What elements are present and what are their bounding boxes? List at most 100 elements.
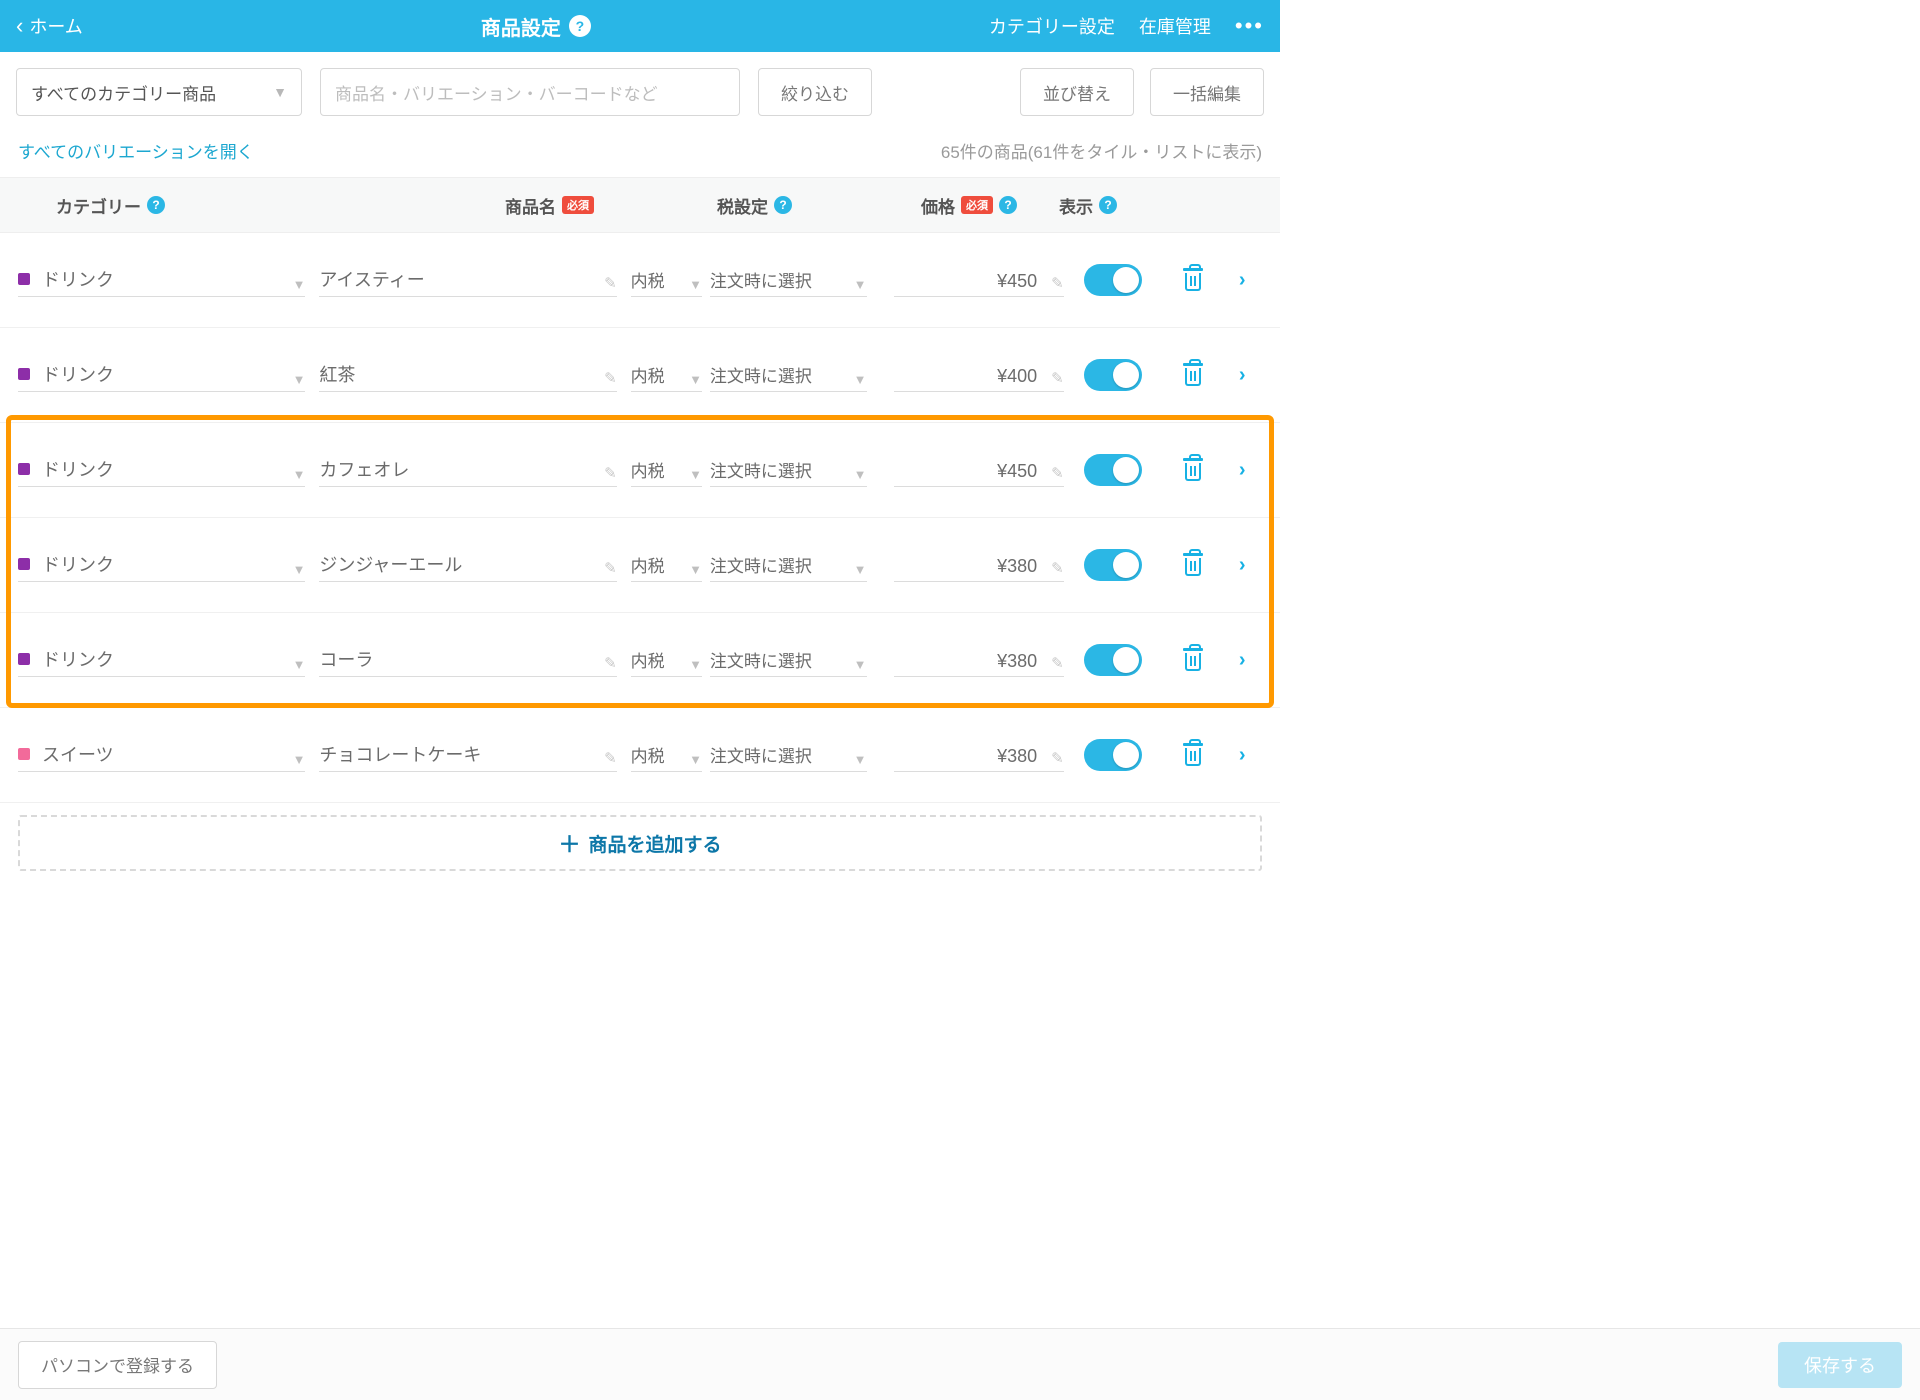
help-icon[interactable]: ? xyxy=(774,196,792,214)
price-input[interactable]: ¥380 ✎ xyxy=(894,548,1064,582)
price-input[interactable]: ¥380 ✎ xyxy=(894,643,1064,677)
register-on-pc-button[interactable]: パソコンで登録する xyxy=(18,1341,217,1389)
trash-icon[interactable] xyxy=(1182,743,1204,767)
price-input[interactable]: ¥400 ✎ xyxy=(894,358,1064,392)
category-select[interactable]: ドリンク ▼ xyxy=(18,453,305,487)
price-value: ¥380 xyxy=(997,746,1037,767)
chevron-right-icon[interactable]: › xyxy=(1239,744,1246,767)
trash-icon[interactable] xyxy=(1182,553,1204,577)
chevron-right-icon[interactable]: › xyxy=(1239,554,1246,577)
th-tax: 税設定 ? xyxy=(608,193,808,218)
product-name-value: 紅茶 xyxy=(319,361,355,387)
tax-timing-select[interactable]: 注文時に選択 ▼ xyxy=(710,263,867,297)
save-button[interactable]: 保存する xyxy=(1778,1342,1902,1388)
table-row: ドリンク ▼ アイスティー ✎ 内税 ▼ 注文時に選択 ▼ xyxy=(0,233,1280,328)
footer: パソコンで登録する 保存する xyxy=(0,1328,1920,1400)
display-toggle[interactable] xyxy=(1084,739,1142,771)
product-name-input[interactable]: ジンジャーエール ✎ xyxy=(319,548,616,582)
help-icon[interactable]: ? xyxy=(147,196,165,214)
category-label: ドリンク xyxy=(42,551,114,577)
table-body: ドリンク ▼ アイスティー ✎ 内税 ▼ 注文時に選択 ▼ xyxy=(0,233,1280,803)
price-value: ¥380 xyxy=(997,556,1037,577)
secondary-bar: すべてのバリエーションを開く 65件の商品(61件をタイル・リストに表示) xyxy=(0,132,1280,177)
product-name-input[interactable]: チョコレートケーキ ✎ xyxy=(319,738,616,772)
pencil-icon: ✎ xyxy=(1051,369,1064,387)
th-display: 表示 ? xyxy=(1023,193,1153,218)
chevron-right-icon[interactable]: › xyxy=(1239,459,1246,482)
category-select[interactable]: ドリンク ▼ xyxy=(18,358,305,392)
more-icon[interactable]: ••• xyxy=(1235,13,1264,39)
price-input[interactable]: ¥450 ✎ xyxy=(894,453,1064,487)
open-all-variations-link[interactable]: すべてのバリエーションを開く xyxy=(18,138,254,163)
chevron-down-icon: ▼ xyxy=(689,657,702,672)
category-select[interactable]: ドリンク ▼ xyxy=(18,263,305,297)
narrow-button[interactable]: 絞り込む xyxy=(758,68,872,116)
help-icon[interactable]: ? xyxy=(999,196,1017,214)
display-toggle[interactable] xyxy=(1084,644,1142,676)
chevron-down-icon: ▼ xyxy=(293,372,306,387)
chevron-down-icon: ▼ xyxy=(273,84,287,100)
tax-timing-select[interactable]: 注文時に選択 ▼ xyxy=(710,453,867,487)
sort-button[interactable]: 並び替え xyxy=(1020,68,1134,116)
category-label: ドリンク xyxy=(42,456,114,482)
category-color-icon xyxy=(18,653,30,665)
display-toggle[interactable] xyxy=(1084,454,1142,486)
category-select[interactable]: ドリンク ▼ xyxy=(18,548,305,582)
product-name-input[interactable]: コーラ ✎ xyxy=(319,643,616,677)
help-icon[interactable]: ? xyxy=(1099,196,1117,214)
category-color-icon xyxy=(18,273,30,285)
table-row: スイーツ ▼ チョコレートケーキ ✎ 内税 ▼ 注文時に選択 ▼ xyxy=(0,708,1280,803)
tax-type-select[interactable]: 内税 ▼ xyxy=(631,643,702,677)
category-settings-link[interactable]: カテゴリー設定 xyxy=(989,13,1115,39)
header-actions: カテゴリー設定 在庫管理 ••• xyxy=(989,13,1264,39)
category-select[interactable]: スイーツ ▼ xyxy=(18,738,305,772)
tax-timing-select[interactable]: 注文時に選択 ▼ xyxy=(710,548,867,582)
trash-icon[interactable] xyxy=(1182,268,1204,292)
th-category: カテゴリー ? xyxy=(18,193,308,218)
display-toggle[interactable] xyxy=(1084,264,1142,296)
chevron-down-icon: ▼ xyxy=(293,657,306,672)
product-name-value: チョコレートケーキ xyxy=(319,741,481,767)
tax-type-select[interactable]: 内税 ▼ xyxy=(631,263,702,297)
trash-icon[interactable] xyxy=(1182,648,1204,672)
product-name-input[interactable]: 紅茶 ✎ xyxy=(319,358,616,392)
required-badge: 必須 xyxy=(961,196,993,214)
tax-type-select[interactable]: 内税 ▼ xyxy=(631,453,702,487)
chevron-right-icon[interactable]: › xyxy=(1239,364,1246,387)
display-toggle[interactable] xyxy=(1084,549,1142,581)
price-input[interactable]: ¥450 ✎ xyxy=(894,263,1064,297)
add-product-button[interactable]: ＋ 商品を追加する xyxy=(18,815,1262,871)
tax-timing-select[interactable]: 注文時に選択 ▼ xyxy=(710,358,867,392)
inventory-link[interactable]: 在庫管理 xyxy=(1139,13,1211,39)
category-select[interactable]: ドリンク ▼ xyxy=(18,643,305,677)
display-toggle[interactable] xyxy=(1084,359,1142,391)
tax-type-select[interactable]: 内税 ▼ xyxy=(631,358,702,392)
trash-icon[interactable] xyxy=(1182,363,1204,387)
price-value: ¥400 xyxy=(997,366,1037,387)
category-color-icon xyxy=(18,368,30,380)
category-filter-select[interactable]: すべてのカテゴリー商品 ▼ xyxy=(16,68,302,116)
app-header: ‹ ホーム 商品設定 ? カテゴリー設定 在庫管理 ••• xyxy=(0,0,1280,52)
tax-type-select[interactable]: 内税 ▼ xyxy=(631,738,702,772)
chevron-down-icon: ▼ xyxy=(854,562,867,577)
chevron-right-icon[interactable]: › xyxy=(1239,269,1246,292)
help-icon[interactable]: ? xyxy=(569,15,591,37)
price-input[interactable]: ¥380 ✎ xyxy=(894,738,1064,772)
tax-type-select[interactable]: 内税 ▼ xyxy=(631,548,702,582)
bulk-edit-button[interactable]: 一括編集 xyxy=(1150,68,1264,116)
category-label: ドリンク xyxy=(42,266,114,292)
chevron-down-icon: ▼ xyxy=(689,467,702,482)
tax-timing-select[interactable]: 注文時に選択 ▼ xyxy=(710,738,867,772)
chevron-right-icon[interactable]: › xyxy=(1239,649,1246,672)
product-name-input[interactable]: アイスティー ✎ xyxy=(319,263,616,297)
product-name-input[interactable]: カフェオレ ✎ xyxy=(319,453,616,487)
back-button[interactable]: ‹ ホーム xyxy=(16,13,83,39)
tax-timing-select[interactable]: 注文時に選択 ▼ xyxy=(710,643,867,677)
trash-icon[interactable] xyxy=(1182,458,1204,482)
search-input[interactable]: 商品名・バリエーション・バーコードなど xyxy=(320,68,740,116)
chevron-down-icon: ▼ xyxy=(854,467,867,482)
plus-icon: ＋ xyxy=(558,827,580,859)
product-name-value: カフェオレ xyxy=(319,456,409,482)
chevron-down-icon: ▼ xyxy=(689,372,702,387)
price-value: ¥450 xyxy=(997,271,1037,292)
